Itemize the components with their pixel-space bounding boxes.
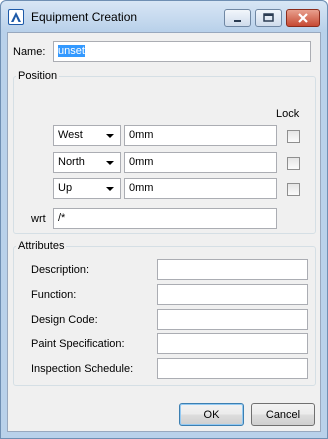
function-field[interactable] — [157, 284, 308, 305]
direction-value: West — [58, 129, 83, 141]
offset-value: 0mm — [129, 182, 154, 194]
lock-label: Lock — [276, 108, 300, 120]
function-label: Function: — [31, 289, 77, 301]
offset-field-up[interactable]: 0mm — [124, 178, 277, 199]
chevron-down-icon — [106, 161, 114, 165]
ok-button[interactable]: OK — [179, 403, 244, 426]
wrt-value: /* — [58, 212, 66, 224]
inspection-schedule-field[interactable] — [157, 358, 308, 379]
direction-value: North — [58, 156, 85, 168]
lock-checkbox-up[interactable] — [287, 183, 300, 196]
direction-value: Up — [58, 182, 73, 194]
lock-checkbox-west[interactable] — [287, 130, 300, 143]
inspection-schedule-label: Inspection Schedule: — [31, 363, 134, 375]
cancel-button[interactable]: Cancel — [251, 403, 315, 426]
chevron-down-icon — [106, 134, 114, 138]
paint-specification-field[interactable] — [157, 333, 308, 354]
position-group-title: Position — [16, 70, 60, 82]
wrt-field[interactable]: /* — [53, 208, 277, 229]
paint-specification-label: Paint Specification: — [31, 338, 125, 350]
chevron-down-icon — [106, 187, 114, 191]
lock-checkbox-north[interactable] — [287, 157, 300, 170]
description-field[interactable] — [157, 259, 308, 280]
maximize-button[interactable] — [255, 9, 282, 27]
name-label: Name: — [13, 46, 46, 58]
close-button[interactable] — [286, 9, 320, 27]
offset-value: 0mm — [129, 129, 154, 141]
name-value: unset — [58, 45, 85, 57]
title-bar[interactable]: Equipment Creation — [1, 1, 327, 31]
design-code-field[interactable] — [157, 309, 308, 330]
name-field[interactable]: unset — [53, 41, 311, 62]
minimize-icon — [234, 20, 241, 22]
attributes-group-title: Attributes — [16, 240, 67, 252]
wrt-label: wrt — [31, 213, 46, 225]
direction-combo-north[interactable]: North — [53, 152, 121, 173]
minimize-button[interactable] — [224, 9, 251, 27]
maximize-icon — [263, 13, 274, 22]
description-label: Description: — [31, 264, 90, 276]
dialog-body: Name: unset Position Lock West 0mm North… — [7, 32, 321, 432]
design-code-label: Design Code: — [31, 314, 98, 326]
window-title: Equipment Creation — [31, 10, 138, 24]
direction-combo-up[interactable]: Up — [53, 178, 121, 199]
app-icon — [8, 9, 24, 25]
direction-combo-west[interactable]: West — [53, 125, 121, 146]
equipment-creation-window: Equipment Creation Name: unset Position … — [0, 0, 328, 439]
close-icon — [298, 13, 308, 23]
offset-field-west[interactable]: 0mm — [124, 125, 277, 146]
offset-field-north[interactable]: 0mm — [124, 152, 277, 173]
offset-value: 0mm — [129, 156, 154, 168]
